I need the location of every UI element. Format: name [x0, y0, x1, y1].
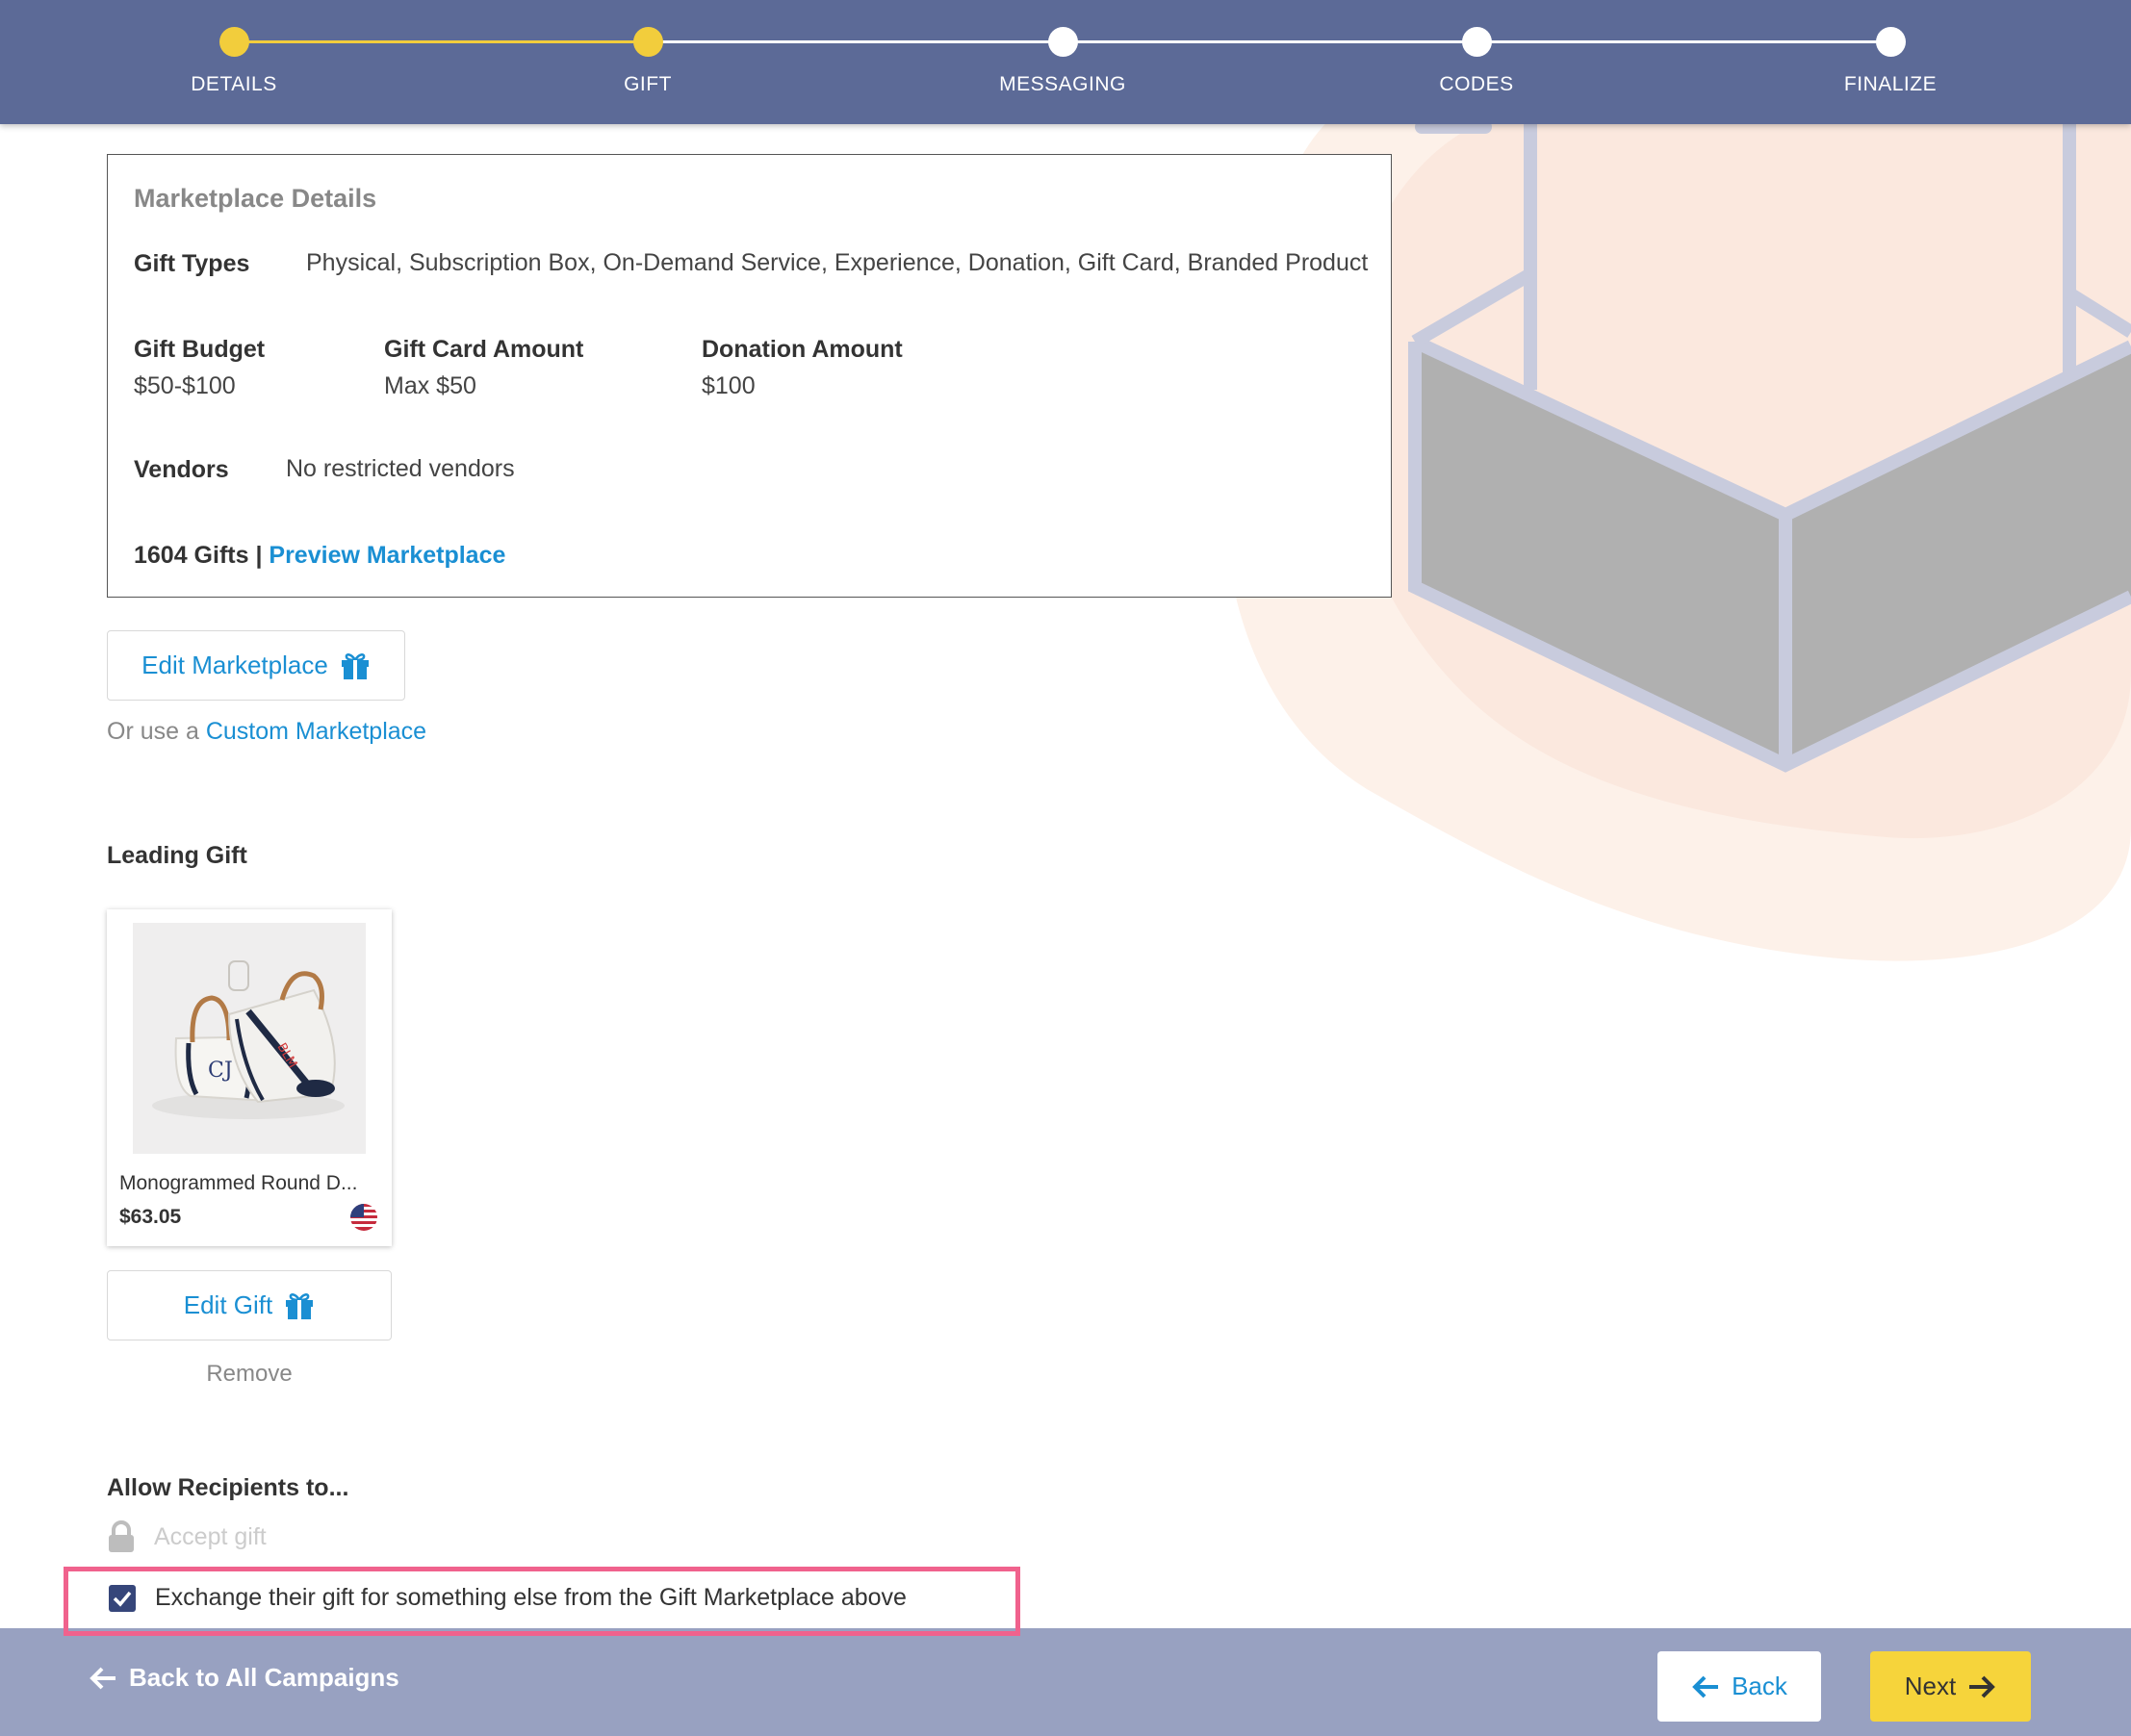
arrow-right-icon [1969, 1675, 1996, 1698]
step-dot-details[interactable] [219, 27, 249, 57]
gift-budget-value: $50-$100 [134, 372, 236, 399]
back-button-label: Back [1732, 1672, 1787, 1700]
accept-gift-option: Accept gift [107, 1520, 267, 1553]
step-dot-messaging[interactable] [1048, 27, 1078, 57]
arrow-left-icon [1692, 1675, 1719, 1698]
step-label-messaging[interactable]: MESSAGING [918, 73, 1207, 96]
next-button-label: Next [1904, 1672, 1957, 1700]
step-label-details[interactable]: DETAILS [90, 73, 378, 96]
progress-stepper: DETAILS GIFT MESSAGING CODES FINALIZE [0, 0, 2131, 124]
donation-amount-value: $100 [702, 372, 756, 399]
allow-recipients-heading: Allow Recipients to... [107, 1474, 349, 1501]
back-to-all-campaigns-link[interactable]: Back to All Campaigns [89, 1663, 399, 1693]
edit-marketplace-button[interactable]: Edit Marketplace [107, 630, 405, 701]
gift-budget-label: Gift Budget [134, 336, 266, 363]
next-button[interactable]: Next [1870, 1651, 2031, 1722]
stepper-track-upcoming [648, 40, 1890, 43]
edit-gift-label: Edit Gift [183, 1290, 273, 1319]
vendors-label: Vendors [134, 456, 229, 483]
us-flag-icon [350, 1204, 377, 1231]
custom-marketplace-link[interactable]: Custom Marketplace [206, 718, 426, 745]
step-dot-finalize[interactable] [1876, 27, 1906, 57]
gift-card-amount-value: Max $50 [384, 372, 476, 399]
arrow-left-icon [90, 1667, 116, 1689]
custom-marketplace-prefix: Or use a [107, 718, 199, 745]
gift-types-value: Physical, Subscription Box, On-Demand Se… [306, 249, 1369, 276]
donation-amount-label: Donation Amount [702, 336, 903, 363]
footer-bar: Back to All Campaigns Back Next [0, 1628, 2131, 1736]
gift-product-image: CJ BLM [133, 923, 366, 1154]
gift-icon [341, 652, 369, 679]
back-button[interactable]: Back [1657, 1651, 1821, 1722]
marketplace-details-title: Marketplace Details [134, 184, 377, 213]
gift-name: Monogrammed Round D... [119, 1172, 358, 1194]
accept-gift-label: Accept gift [154, 1522, 267, 1550]
edit-marketplace-label: Edit Marketplace [141, 651, 328, 679]
gift-price: $63.05 [119, 1206, 182, 1228]
custom-marketplace-line: Or use a Custom Marketplace [107, 718, 426, 746]
edit-gift-button[interactable]: Edit Gift [107, 1270, 392, 1340]
leading-gift-heading: Leading Gift [107, 842, 247, 869]
lock-icon [109, 1520, 134, 1552]
step-label-gift[interactable]: GIFT [503, 73, 792, 96]
exchange-gift-checkbox[interactable] [109, 1585, 136, 1612]
step-dot-codes[interactable] [1462, 27, 1492, 57]
checkmark-icon [113, 1591, 132, 1607]
step-dot-gift[interactable] [633, 27, 663, 57]
exchange-gift-label[interactable]: Exchange their gift for something else f… [155, 1584, 907, 1612]
step-label-finalize[interactable]: FINALIZE [1746, 73, 2035, 96]
back-to-all-campaigns-label: Back to All Campaigns [129, 1663, 399, 1692]
preview-marketplace-link[interactable]: Preview Marketplace [269, 542, 505, 569]
gift-icon [286, 1292, 314, 1319]
remove-gift-link[interactable]: Remove [107, 1361, 392, 1388]
marketplace-details-card: Marketplace Details Gift Types Physical,… [107, 154, 1392, 598]
leading-gift-card[interactable]: CJ BLM Monogrammed Round D... $63.05 [107, 909, 392, 1246]
gift-count: 1604 Gifts | [134, 542, 263, 569]
stepper-track-complete [234, 40, 648, 43]
svg-text:CJ: CJ [208, 1059, 233, 1083]
vendors-value: No restricted vendors [286, 455, 515, 482]
gift-types-label: Gift Types [134, 250, 250, 277]
step-label-codes[interactable]: CODES [1332, 73, 1621, 96]
gift-card-amount-label: Gift Card Amount [384, 336, 584, 363]
